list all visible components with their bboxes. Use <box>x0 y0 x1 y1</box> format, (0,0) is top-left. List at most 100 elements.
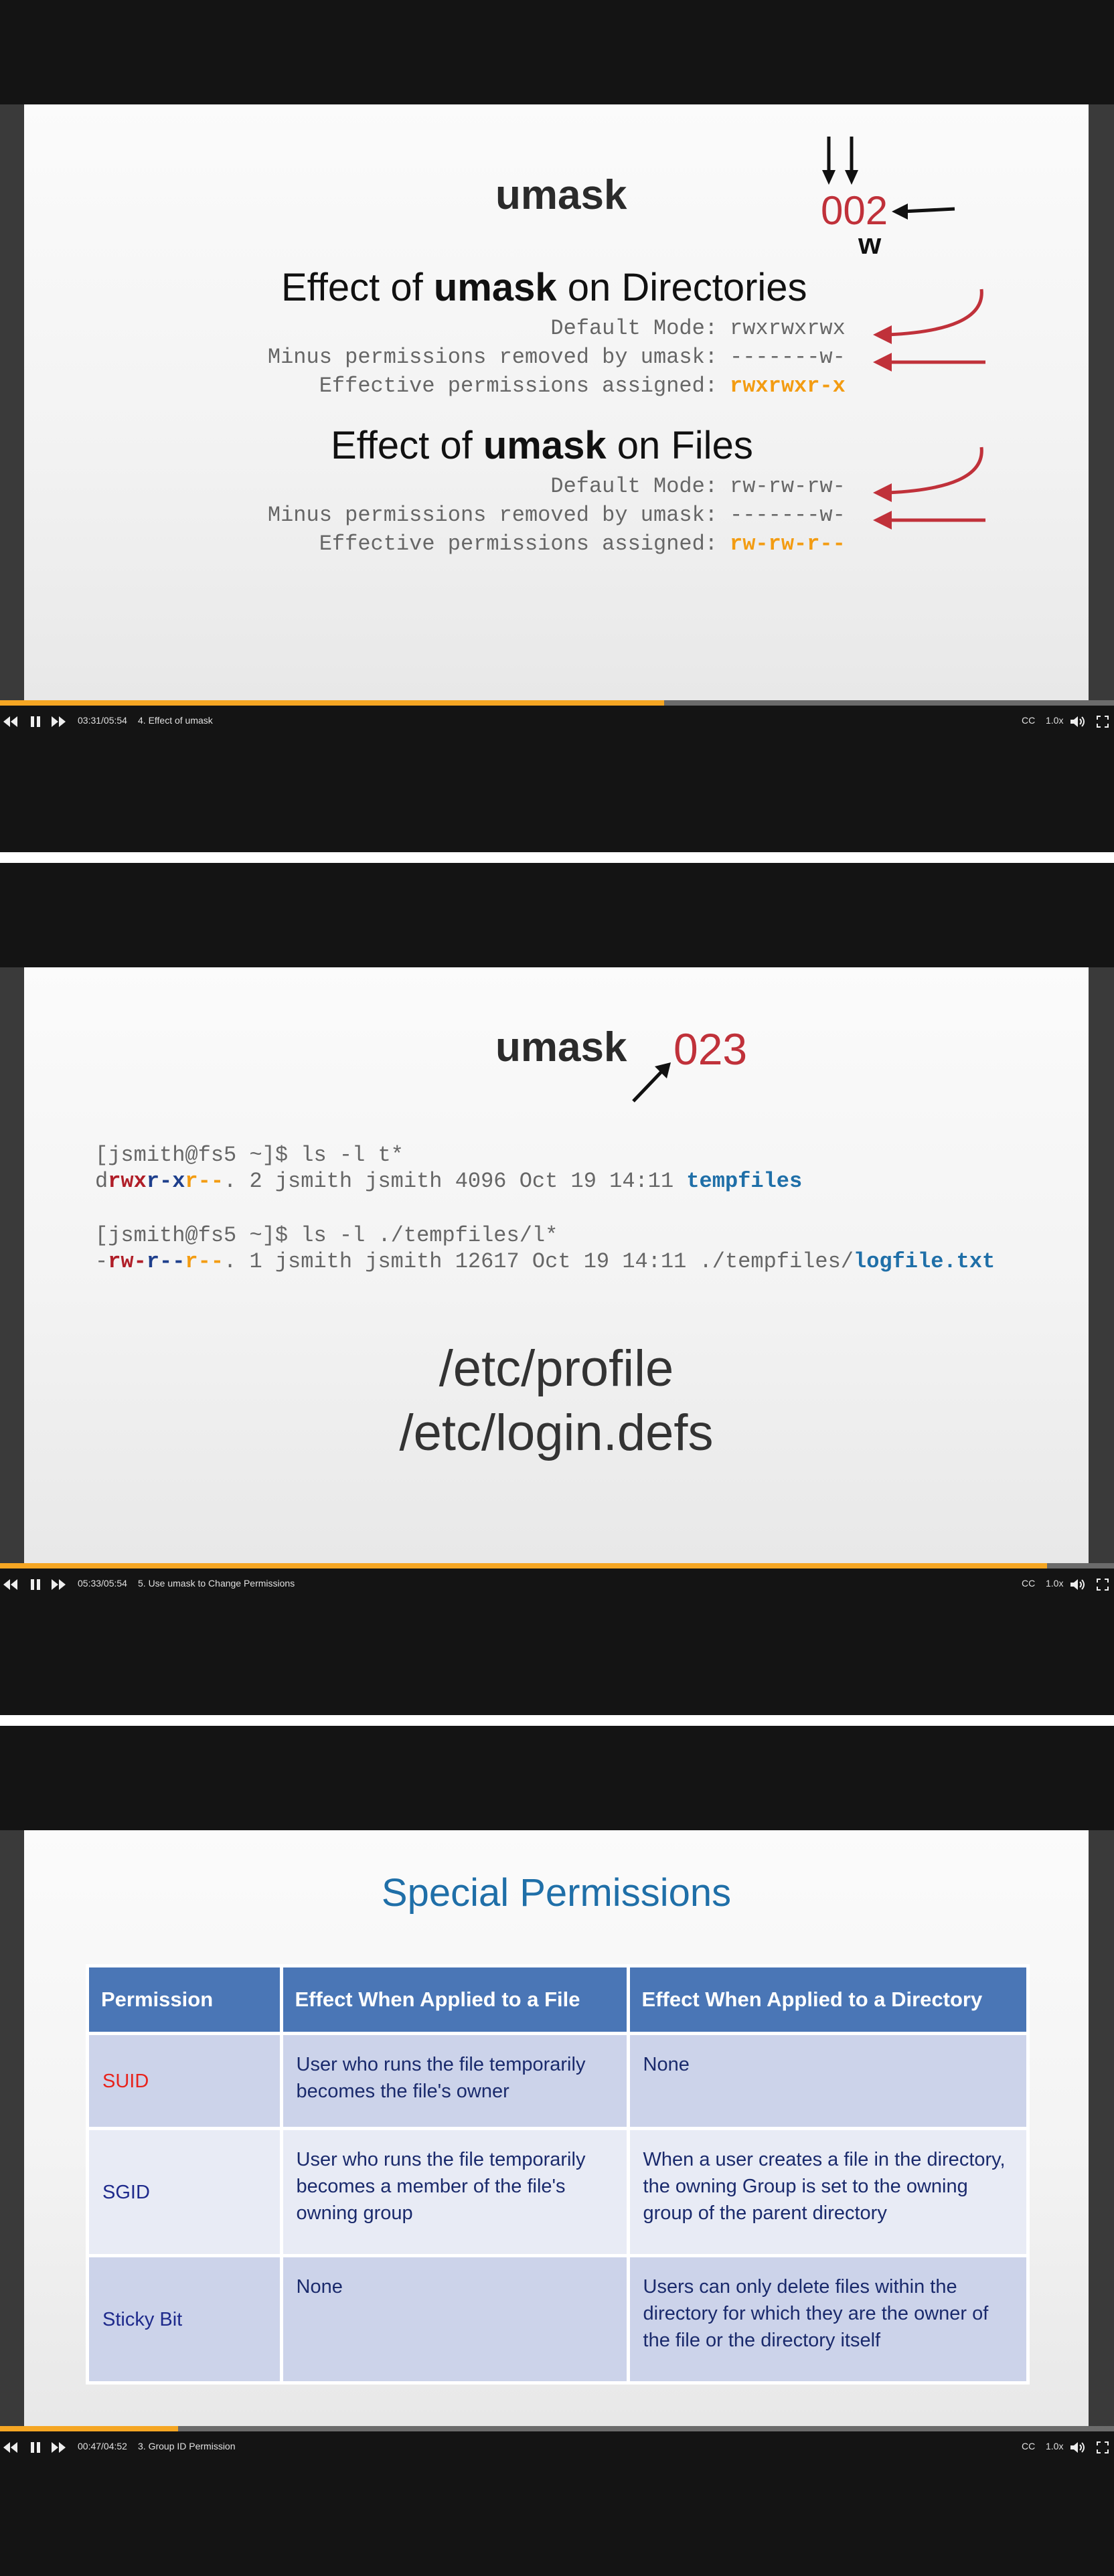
lecture-title: 3. Group ID Permission <box>138 2441 236 2451</box>
fullscreen-icon[interactable] <box>1095 1577 1110 1592</box>
dir-effective-value: rwxrwxr-x <box>730 374 846 398</box>
speed-button[interactable]: 1.0x <box>1046 715 1063 726</box>
file-effect: User who runs the file temporarily becom… <box>279 2032 630 2130</box>
player-controls: 03:31/05:54 4. Effect of umask CC 1.0x <box>0 706 1114 738</box>
fullscreen-icon[interactable] <box>1095 714 1110 729</box>
video-panel-2: umask 023 [jsmith@fs5 ~]$ ls -l t* drwxr… <box>0 863 1114 1715</box>
player-controls: 05:33/05:54 5. Use umask to Change Permi… <box>0 1568 1114 1601</box>
file-default-label: Default Mode: <box>550 474 718 499</box>
lecture-title: 4. Effect of umask <box>138 715 213 726</box>
file-minus-label: Minus permissions removed by umask: <box>267 503 718 528</box>
cc-button[interactable]: CC <box>1022 2441 1035 2451</box>
progress-bar[interactable] <box>0 1563 1114 1568</box>
slide-title: umask <box>495 172 627 218</box>
perm-other: r <box>185 1169 198 1194</box>
perm-group: r-x <box>146 1169 185 1194</box>
volume-icon[interactable] <box>1070 2440 1087 2455</box>
file-default-value: rw-rw-rw- <box>730 474 846 499</box>
pause-icon[interactable] <box>29 714 42 729</box>
lecture-title: 5. Use umask to Change Permissions <box>138 1578 295 1589</box>
slide-title: Special Permissions <box>381 1871 732 1915</box>
dir-name: tempfiles <box>686 1169 803 1194</box>
umask-value: 023 <box>673 1024 748 1074</box>
time-display: 05:33/05:54 <box>78 1578 127 1589</box>
pause-icon[interactable] <box>29 1577 42 1592</box>
perm-type: d <box>95 1169 108 1194</box>
panel-separator <box>0 852 1114 863</box>
curved-arrow-icon <box>873 447 985 530</box>
arrow-down-icon <box>822 137 858 185</box>
w-label: w <box>858 228 882 260</box>
dir-effect: Users can only delete files within the d… <box>626 2254 1030 2385</box>
time-display: 00:47/04:52 <box>78 2441 127 2451</box>
file-minus-value: -------w- <box>730 503 846 528</box>
forward-icon[interactable] <box>51 2440 67 2455</box>
slide-umask-change: umask 023 [jsmith@fs5 ~]$ ls -l t* drwxr… <box>24 967 1089 1563</box>
heading-bold: umask <box>483 424 607 467</box>
permission-sticky-bit: Sticky Bit <box>86 2254 283 2385</box>
command-2: [jsmith@fs5 ~]$ ls -l ./tempfiles/l* <box>95 1223 558 1248</box>
dir-default-label: Default Mode: <box>550 316 718 341</box>
table-row: Sticky Bit None Users can only delete fi… <box>86 2254 1030 2385</box>
left-gutter <box>0 1830 24 2426</box>
header-permission: Permission <box>86 1964 283 2035</box>
player-controls: 00:47/04:52 3. Group ID Permission CC 1.… <box>0 2431 1114 2464</box>
command-1-output: drwxr-xr--. 2 jsmith jsmith 4096 Oct 19 … <box>95 1169 802 1194</box>
fullscreen-icon[interactable] <box>1095 2440 1110 2455</box>
heading-text: Effect of <box>281 266 434 309</box>
listing-detail: . 2 jsmith jsmith 4096 Oct 19 14:11 <box>224 1169 687 1194</box>
perm-user: rwx <box>108 1169 147 1194</box>
file-effect: User who runs the file temporarily becom… <box>279 2127 630 2257</box>
arrow-left-icon <box>892 204 955 220</box>
slide-umask-effects: umask 002 w Effect of umask on Directori… <box>24 104 1089 700</box>
video-panel-1: umask 002 w Effect of umask on Directori… <box>0 0 1114 852</box>
permission-suid: SUID <box>86 2032 283 2130</box>
table-row: SUID User who runs the file temporarily … <box>86 2032 1030 2130</box>
right-gutter <box>1089 104 1114 700</box>
heading-text: on Directories <box>556 266 807 309</box>
progress-bar[interactable] <box>0 2426 1114 2431</box>
cc-button[interactable]: CC <box>1022 715 1035 726</box>
dirs-heading: Effect of umask on Directories <box>281 265 807 310</box>
path-profile: /etc/profile <box>439 1340 674 1397</box>
pause-icon[interactable] <box>29 2440 42 2455</box>
table-header-row: Permission Effect When Applied to a File… <box>86 1964 1030 2035</box>
volume-icon[interactable] <box>1070 714 1087 729</box>
right-gutter <box>1089 1830 1114 2426</box>
speed-button[interactable]: 1.0x <box>1046 2441 1063 2451</box>
volume-icon[interactable] <box>1070 1577 1087 1592</box>
forward-icon[interactable] <box>51 1577 67 1592</box>
perm-user: rw- <box>108 1249 147 1274</box>
rewind-icon[interactable] <box>3 2440 19 2455</box>
left-gutter <box>0 967 24 1563</box>
heading-text: on Files <box>606 424 753 467</box>
slide-special-permissions: Special Permissions Permission Effect Wh… <box>24 1830 1089 2426</box>
dir-effect: When a user creates a file in the direct… <box>626 2127 1030 2257</box>
rewind-icon[interactable] <box>3 1577 19 1592</box>
curved-arrow-icon <box>873 289 985 372</box>
forward-icon[interactable] <box>51 714 67 729</box>
files-heading: Effect of umask on Files <box>331 423 753 468</box>
panel-separator <box>0 1715 1114 1726</box>
file-effective-value: rw-rw-r-- <box>730 532 846 556</box>
dir-minus-label: Minus permissions removed by umask: <box>267 345 718 370</box>
permissions-table: Permission Effect When Applied to a File… <box>86 1964 1030 2385</box>
heading-text: Effect of <box>331 424 483 467</box>
progress-bar[interactable] <box>0 700 1114 706</box>
slide-title: umask <box>495 1024 627 1070</box>
cc-button[interactable]: CC <box>1022 1578 1035 1589</box>
file-effective-label: Effective permissions assigned: <box>319 532 718 556</box>
right-gutter <box>1089 967 1114 1563</box>
rewind-icon[interactable] <box>3 714 19 729</box>
left-gutter <box>0 104 24 700</box>
path-login-defs: /etc/login.defs <box>399 1404 714 1461</box>
perm-other: -- <box>197 1249 224 1274</box>
header-dir-effect: Effect When Applied to a Directory <box>626 1964 1030 2035</box>
perm-type: - <box>95 1249 108 1274</box>
speed-button[interactable]: 1.0x <box>1046 1578 1063 1589</box>
file-effect: None <box>279 2254 630 2385</box>
dir-effect: None <box>626 2032 1030 2130</box>
dir-effective-label: Effective permissions assigned: <box>319 374 718 398</box>
umask-value: 002 <box>821 188 888 233</box>
perm-group: r-- <box>146 1249 185 1274</box>
